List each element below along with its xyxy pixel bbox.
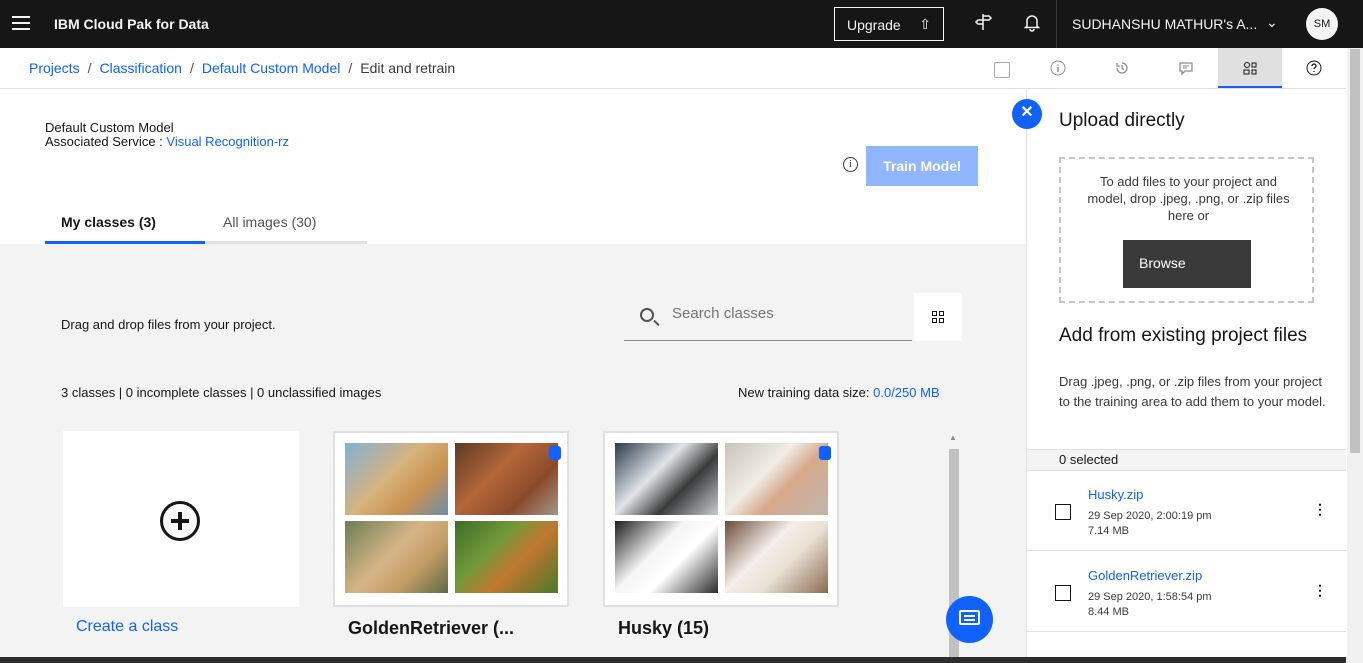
search-input[interactable] xyxy=(672,305,902,322)
class-thumbnail xyxy=(345,521,448,593)
associated-service: Associated Service : Visual Recognition-… xyxy=(45,134,289,149)
add-circle-icon[interactable] xyxy=(160,501,200,541)
file-checkbox[interactable] xyxy=(1055,585,1071,601)
class-thumbnail xyxy=(345,443,448,515)
brand-name[interactable]: IBM Cloud Pak for Data xyxy=(54,16,209,32)
file-checkbox[interactable] xyxy=(1055,504,1071,520)
grid-view-icon[interactable] xyxy=(914,293,962,341)
close-panel-icon[interactable]: ✕ xyxy=(1012,99,1042,129)
upgrade-button[interactable]: Upgrade ⇧ xyxy=(834,7,944,41)
dropzone-text: To add files to your project and model, … xyxy=(1087,174,1290,223)
page-scroll-thumb[interactable] xyxy=(1350,49,1360,453)
drag-hint: Drag and drop files from your project. xyxy=(61,317,276,332)
hamburger-menu-icon[interactable] xyxy=(12,16,30,32)
breadcrumb-projects[interactable]: Projects xyxy=(29,60,80,76)
breadcrumb-current: Edit and retrain xyxy=(360,60,456,76)
top-bar: IBM Cloud Pak for Data Upgrade ⇧ SUDHANS… xyxy=(0,0,1363,48)
tab-my-classes[interactable]: My classes (3) xyxy=(45,202,205,244)
associated-service-link[interactable]: Visual Recognition-rz xyxy=(166,134,289,149)
scroll-up-icon[interactable]: ▲ xyxy=(949,433,957,442)
lock-icon xyxy=(819,446,831,460)
class-thumbnail xyxy=(615,443,718,515)
model-header: Default Custom Model Associated Service … xyxy=(0,89,1026,244)
taskbar-strip xyxy=(0,657,1346,663)
divider xyxy=(1056,0,1057,48)
account-switcher[interactable]: SUDHANSHU MATHUR's A... xyxy=(1072,16,1257,32)
overflow-menu-icon[interactable]: ⋮ xyxy=(1313,501,1327,518)
right-panel-tabs xyxy=(1026,48,1346,89)
class-title[interactable]: Husky (15) xyxy=(618,618,709,639)
upload-title: Upload directly xyxy=(1059,110,1185,131)
file-row[interactable]: GoldenRetriever.zip 29 Sep 2020, 1:58:54… xyxy=(1027,552,1346,632)
train-model-button[interactable]: Train Model xyxy=(866,146,978,186)
breadcrumb: Projects / Classification / Default Custom M… xyxy=(29,60,455,76)
help-icon[interactable] xyxy=(1282,48,1346,88)
existing-files-desc: Drag .jpeg, .png, or .zip files from you… xyxy=(1059,374,1326,409)
file-date: 29 Sep 2020, 2:00:19 pm xyxy=(1088,510,1212,522)
class-thumbnail xyxy=(455,443,558,515)
history-icon[interactable] xyxy=(1090,48,1154,88)
classes-content: Drag and drop files from your project. 3… xyxy=(0,244,1026,663)
breadcrumb-classification[interactable]: Classification xyxy=(99,60,181,76)
class-thumbnail xyxy=(615,521,718,593)
class-card-husky[interactable] xyxy=(603,431,839,607)
info-icon[interactable] xyxy=(1026,48,1090,88)
class-thumbnail xyxy=(725,521,828,593)
create-class-card[interactable] xyxy=(63,431,299,607)
file-date: 29 Sep 2020, 1:58:54 pm xyxy=(1088,591,1212,603)
upgrade-label: Upgrade xyxy=(847,17,901,33)
training-data-size-label: New training data size: xyxy=(738,385,874,400)
file-row[interactable]: Husky.zip 29 Sep 2020, 2:00:19 pm 7.14 M… xyxy=(1027,471,1346,551)
notification-bell-icon[interactable] xyxy=(1020,12,1044,36)
existing-files-title: Add from existing project files xyxy=(1059,325,1308,346)
class-stats: 3 classes | 0 incomplete classes | 0 unc… xyxy=(61,385,382,400)
file-name[interactable]: Husky.zip xyxy=(1088,487,1143,502)
selected-count: 0 selected xyxy=(1027,449,1346,471)
breadcrumb-separator: / xyxy=(87,60,92,76)
class-thumbnail xyxy=(725,443,828,515)
chevron-down-icon[interactable]: ⌄ xyxy=(1266,14,1278,31)
class-thumbnail xyxy=(455,521,558,593)
training-data-size: New training data size: 0.0/250 MB xyxy=(738,385,940,400)
browse-button[interactable]: Browse xyxy=(1123,240,1251,288)
data-assets-icon[interactable] xyxy=(1218,48,1282,88)
training-data-size-value: 0.0/250 MB xyxy=(873,385,940,400)
class-card-goldenretriever[interactable] xyxy=(333,431,569,607)
arrow-up-icon: ⇧ xyxy=(919,16,931,32)
comment-icon[interactable] xyxy=(1154,48,1218,88)
breadcrumb-bar: Projects / Classification / Default Custom M… xyxy=(0,48,1026,89)
lock-icon xyxy=(549,446,561,460)
breadcrumb-separator: / xyxy=(189,60,194,76)
save-icon[interactable] xyxy=(994,62,1010,78)
breadcrumb-default-custom-model[interactable]: Default Custom Model xyxy=(202,60,341,76)
file-name[interactable]: GoldenRetriever.zip xyxy=(1088,568,1202,583)
upload-dropzone[interactable]: To add files to your project and model, … xyxy=(1059,157,1314,303)
associated-service-label: Associated Service : xyxy=(45,134,167,149)
file-size: 8.44 MB xyxy=(1088,606,1129,618)
file-size: 7.14 MB xyxy=(1088,525,1129,537)
signpost-icon[interactable] xyxy=(972,12,996,36)
create-class-link[interactable]: Create a class xyxy=(76,618,178,636)
class-title[interactable]: GoldenRetriever (... xyxy=(348,618,514,639)
overflow-menu-icon[interactable]: ⋮ xyxy=(1313,582,1327,599)
train-info-icon[interactable]: i xyxy=(843,157,858,172)
breadcrumb-separator: / xyxy=(348,60,353,76)
chat-icon[interactable] xyxy=(946,596,993,643)
search-icon xyxy=(640,308,654,322)
tab-all-images[interactable]: All images (30) xyxy=(205,202,367,244)
model-name: Default Custom Model xyxy=(45,120,174,135)
avatar[interactable]: SM xyxy=(1306,8,1338,40)
search-classes[interactable] xyxy=(624,293,912,341)
